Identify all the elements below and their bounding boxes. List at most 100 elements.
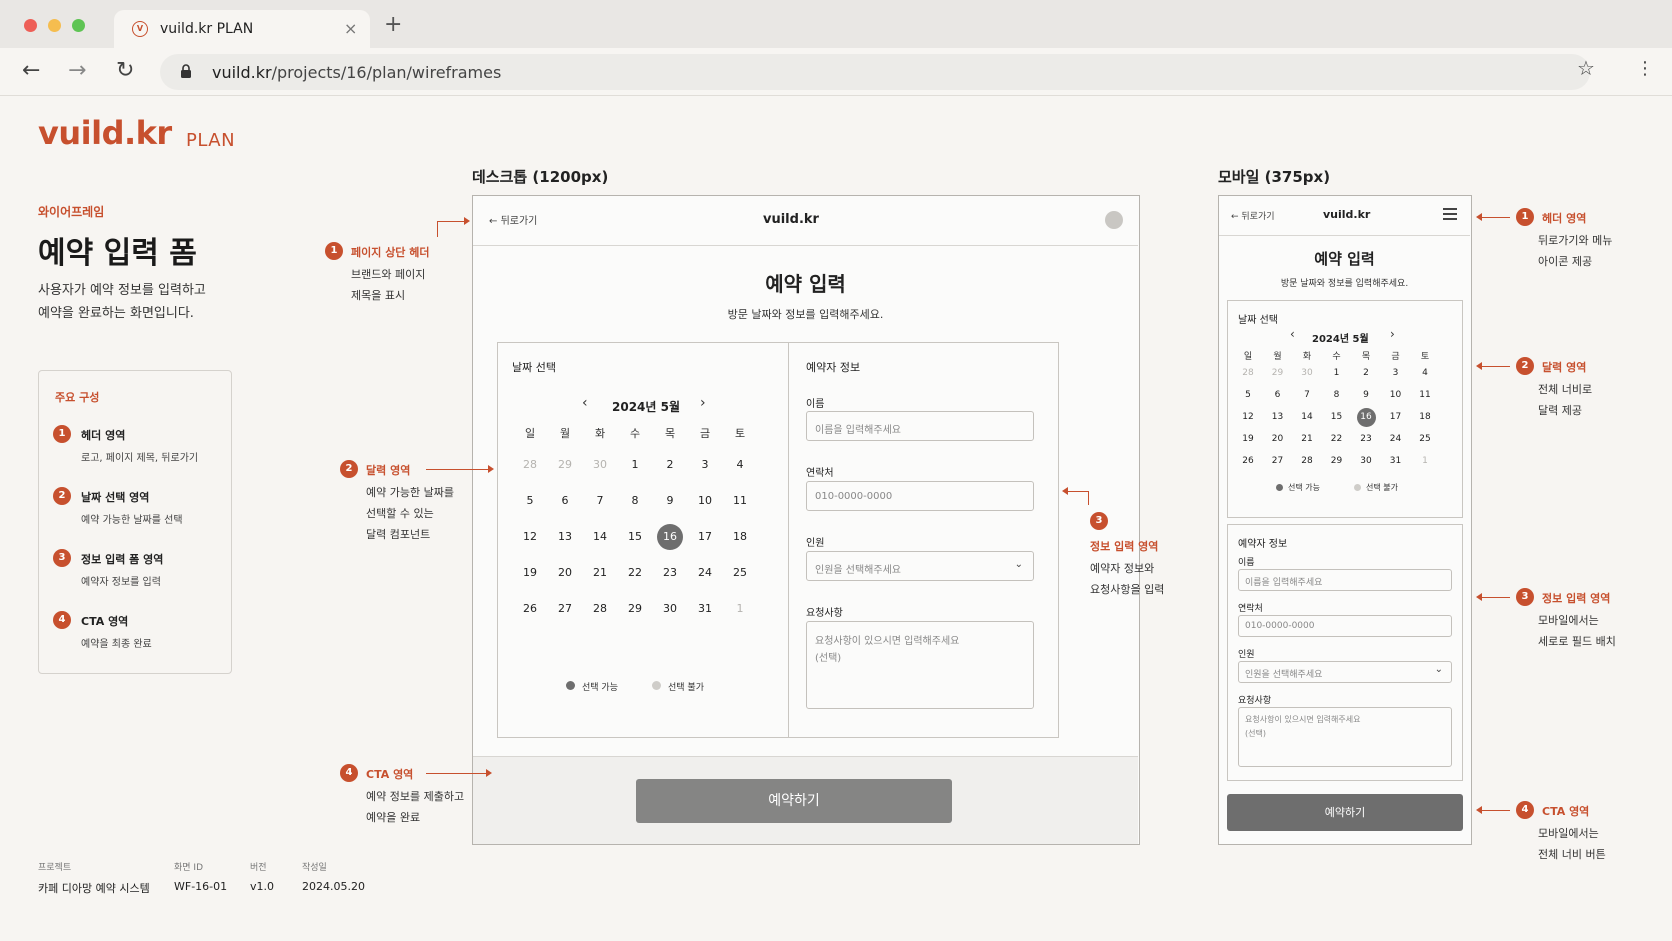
annotation-desc: 예약 정보를 제출하고 예약을 완료: [366, 790, 465, 824]
calendar-day[interactable]: 11: [727, 488, 753, 514]
more-menu-icon[interactable]: ⋮: [1636, 58, 1654, 80]
available-legend-dot: [1276, 484, 1283, 491]
calendar-day[interactable]: 3: [1386, 364, 1405, 383]
calendar-day[interactable]: 24: [692, 560, 718, 586]
request-textarea[interactable]: 요청사항이 있으시면 입력해주세요 (선택): [806, 621, 1034, 709]
calendar-day[interactable]: 31: [692, 596, 718, 622]
calendar-day[interactable]: 31: [1386, 452, 1405, 471]
calendar-day[interactable]: 7: [587, 488, 613, 514]
close-window-button[interactable]: [24, 19, 37, 32]
request-textarea[interactable]: 요청사항이 있으시면 입력해주세요 (선택): [1238, 707, 1452, 767]
calendar-day[interactable]: 29: [622, 596, 648, 622]
avatar[interactable]: [1105, 211, 1123, 229]
calendar-day[interactable]: 17: [1386, 408, 1405, 427]
calendar-day[interactable]: 27: [552, 596, 578, 622]
calendar-day[interactable]: 25: [727, 560, 753, 586]
forward-arrow-icon[interactable]: →: [68, 59, 86, 83]
next-month-icon[interactable]: ›: [1390, 327, 1395, 341]
calendar-day[interactable]: 2: [1357, 364, 1376, 383]
name-input[interactable]: 이름을 입력해주세요: [806, 411, 1034, 441]
calendar-day[interactable]: 21: [1298, 430, 1317, 449]
annotation-number: 4: [1516, 801, 1534, 819]
calendar-day[interactable]: 17: [692, 524, 718, 550]
maximize-window-button[interactable]: [72, 19, 85, 32]
calendar-day[interactable]: 23: [657, 560, 683, 586]
calendar-day[interactable]: 19: [1239, 430, 1258, 449]
browser-tab[interactable]: V vuild.kr PLAN ×: [114, 10, 370, 48]
calendar-day[interactable]: 11: [1416, 386, 1435, 405]
calendar-day[interactable]: 28: [1298, 452, 1317, 471]
people-select[interactable]: 인원을 선택해주세요 ⌄: [806, 551, 1034, 581]
calendar-day[interactable]: 5: [517, 488, 543, 514]
reserve-button[interactable]: 예약하기: [636, 779, 952, 823]
next-month-icon[interactable]: ›: [700, 395, 706, 411]
calendar-day[interactable]: 4: [1416, 364, 1435, 383]
annotation-number: 3: [1516, 588, 1534, 606]
calendar-day[interactable]: 2: [657, 452, 683, 478]
calendar-day-selected[interactable]: 16: [657, 524, 683, 550]
calendar-day[interactable]: 7: [1298, 386, 1317, 405]
calendar-day[interactable]: 19: [517, 560, 543, 586]
calendar-day[interactable]: 23: [1357, 430, 1376, 449]
back-link[interactable]: ← 뒤로가기: [489, 212, 537, 227]
calendar-day[interactable]: 10: [1386, 386, 1405, 405]
calendar-day[interactable]: 1: [622, 452, 648, 478]
new-tab-button[interactable]: +: [384, 14, 402, 36]
name-input[interactable]: 이름을 입력해주세요: [1238, 569, 1452, 591]
calendar-day[interactable]: 29: [1327, 452, 1346, 471]
calendar-day[interactable]: 30: [657, 596, 683, 622]
calendar-day[interactable]: 21: [587, 560, 613, 586]
bookmark-star-icon[interactable]: ☆: [1577, 56, 1595, 80]
calendar-day[interactable]: 6: [552, 488, 578, 514]
calendar-day[interactable]: 26: [517, 596, 543, 622]
calendar-day[interactable]: 20: [552, 560, 578, 586]
calendar-day[interactable]: 26: [1239, 452, 1258, 471]
calendar-day[interactable]: 6: [1268, 386, 1287, 405]
calendar-day[interactable]: 5: [1239, 386, 1258, 405]
calendar-day[interactable]: 13: [552, 524, 578, 550]
calendar-day[interactable]: 25: [1416, 430, 1435, 449]
address-bar[interactable]: vuild.kr/projects/16/plan/wireframes: [160, 54, 1590, 90]
back-link[interactable]: ← 뒤로가기: [1231, 209, 1275, 222]
reload-icon[interactable]: ↻: [116, 59, 134, 83]
header-logo: vuild.kr: [763, 212, 819, 227]
calendar-day[interactable]: 13: [1268, 408, 1287, 427]
hamburger-menu-icon[interactable]: [1443, 208, 1457, 223]
close-tab-icon[interactable]: ×: [344, 19, 357, 38]
calendar-day[interactable]: 15: [1327, 408, 1346, 427]
reserve-button[interactable]: 예약하기: [1227, 794, 1463, 831]
phone-input[interactable]: 010-0000-0000: [806, 481, 1034, 511]
calendar-day[interactable]: 28: [587, 596, 613, 622]
prev-month-icon[interactable]: ‹: [1290, 327, 1295, 341]
calendar-day[interactable]: 18: [1416, 408, 1435, 427]
calendar-day[interactable]: 3: [692, 452, 718, 478]
calendar-day[interactable]: 8: [622, 488, 648, 514]
calendar-day[interactable]: 8: [1327, 386, 1346, 405]
calendar-day-selected[interactable]: 16: [1356, 407, 1376, 427]
weekday-label: 화: [1302, 352, 1312, 362]
calendar-day[interactable]: 14: [1298, 408, 1317, 427]
calendar-day[interactable]: 18: [727, 524, 753, 550]
phone-input[interactable]: 010-0000-0000: [1238, 615, 1452, 637]
calendar-day[interactable]: 12: [1239, 408, 1258, 427]
calendar-day[interactable]: 22: [1327, 430, 1346, 449]
calendar-day[interactable]: 30: [1357, 452, 1376, 471]
calendar-day[interactable]: 15: [622, 524, 648, 550]
calendar-day[interactable]: 24: [1386, 430, 1405, 449]
calendar-day[interactable]: 10: [692, 488, 718, 514]
calendar-day[interactable]: 9: [657, 488, 683, 514]
people-select[interactable]: 인원을 선택해주세요 ⌄: [1238, 661, 1452, 683]
calendar-day[interactable]: 12: [517, 524, 543, 550]
available-legend-label: 선택 가능: [1288, 483, 1320, 492]
calendar-day[interactable]: 9: [1357, 386, 1376, 405]
calendar-day[interactable]: 1: [1327, 364, 1346, 383]
calendar-day[interactable]: 22: [622, 560, 648, 586]
calendar-day[interactable]: 27: [1268, 452, 1287, 471]
calendar-day[interactable]: 4: [727, 452, 753, 478]
calendar-day: 1: [736, 602, 744, 615]
calendar-day[interactable]: 20: [1268, 430, 1287, 449]
back-arrow-icon[interactable]: ←: [22, 59, 40, 83]
calendar-day[interactable]: 14: [587, 524, 613, 550]
minimize-window-button[interactable]: [48, 19, 61, 32]
prev-month-icon[interactable]: ‹: [582, 395, 588, 411]
